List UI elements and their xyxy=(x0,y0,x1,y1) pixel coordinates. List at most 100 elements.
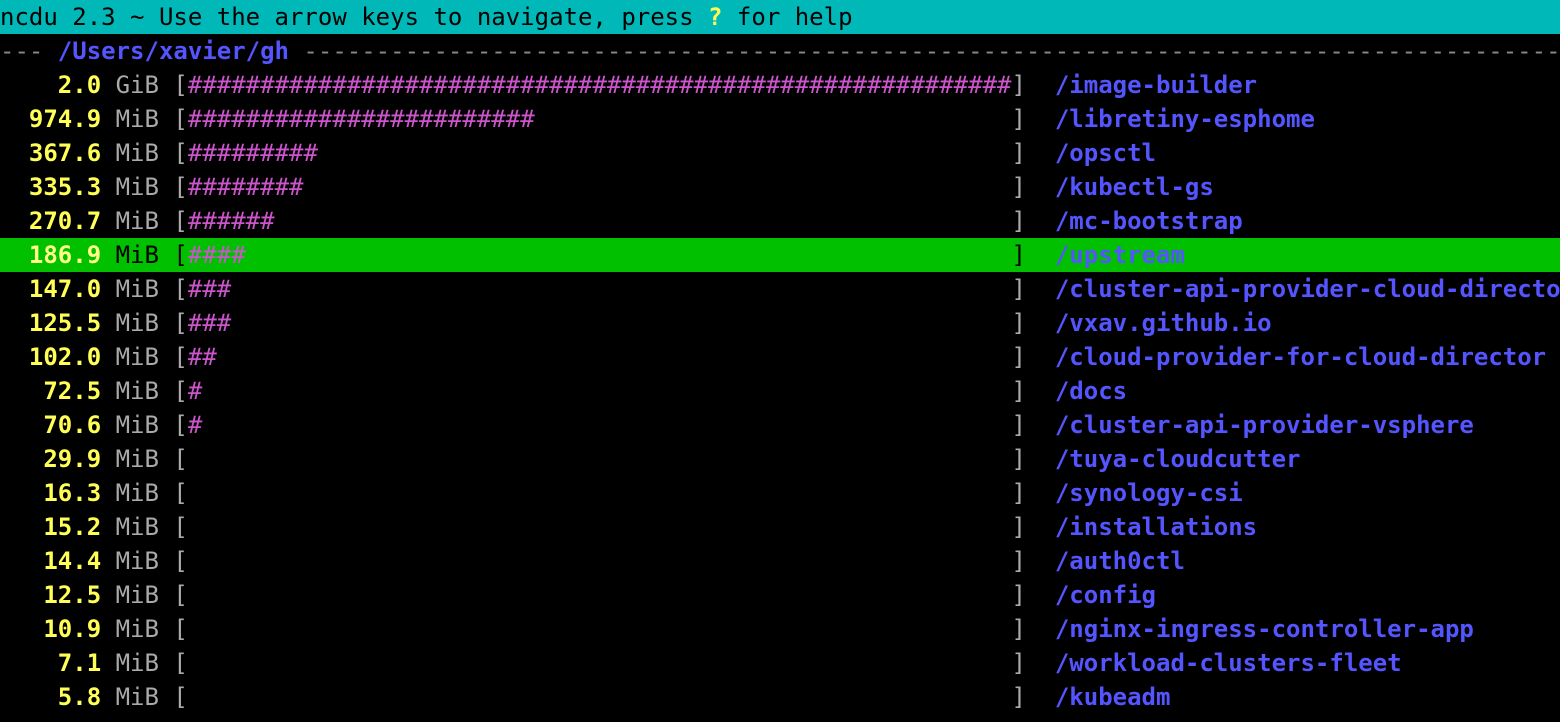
path-row: --- /Users/xavier/gh -------------------… xyxy=(0,34,1560,68)
size-value: 186.9 xyxy=(0,241,101,269)
entry-name: /kubeadm xyxy=(1055,683,1171,711)
usage-bar-pad xyxy=(231,275,1011,303)
list-item[interactable]: 5.8 MiB [ ] /kubeadm xyxy=(0,680,1560,714)
size-value: 29.9 xyxy=(0,445,101,473)
size-value: 15.2 xyxy=(0,513,101,541)
usage-bar: ########################################… xyxy=(188,71,1012,99)
bar-open-bracket: [ xyxy=(173,479,187,507)
list-item[interactable]: 102.0 MiB [## ] /cloud-provider-for-clou… xyxy=(0,340,1560,374)
entry-name: /cloud-provider-for-cloud-director xyxy=(1055,343,1546,371)
usage-bar: ### xyxy=(188,309,231,337)
size-value: 72.5 xyxy=(0,377,101,405)
size-value: 14.4 xyxy=(0,547,101,575)
entry-name: /nginx-ingress-controller-app xyxy=(1055,615,1474,643)
bar-close-bracket: ] xyxy=(1011,683,1025,711)
bar-close-bracket: ] xyxy=(1011,71,1025,99)
usage-bar-pad xyxy=(318,139,1012,167)
list-item[interactable]: 147.0 MiB [### ] /cluster-api-provider-c… xyxy=(0,272,1560,306)
size-unit: MiB xyxy=(116,173,159,201)
bar-close-bracket: ] xyxy=(1011,479,1025,507)
bar-close-bracket: ] xyxy=(1011,581,1025,609)
size-unit: MiB xyxy=(116,105,159,133)
bar-open-bracket: [ xyxy=(173,309,187,337)
bar-close-bracket: ] xyxy=(1012,275,1026,303)
bar-open-bracket: [ xyxy=(173,513,187,541)
list-item[interactable]: 14.4 MiB [ ] /auth0ctl xyxy=(0,544,1560,578)
usage-bar-pad xyxy=(188,581,1012,609)
size-value: 12.5 xyxy=(0,581,101,609)
list-item[interactable]: 367.6 MiB [######### ] /opsctl xyxy=(0,136,1560,170)
bar-close-bracket: ] xyxy=(1011,445,1025,473)
bar-open-bracket: [ xyxy=(173,139,187,167)
size-unit: MiB xyxy=(116,649,159,677)
list-item[interactable]: 15.2 MiB [ ] /installations xyxy=(0,510,1560,544)
bar-close-bracket: ] xyxy=(1012,309,1026,337)
size-value: 5.8 xyxy=(0,683,101,711)
entry-name: /tuya-cloudcutter xyxy=(1055,445,1301,473)
size-unit: MiB xyxy=(116,411,159,439)
entry-name: /installations xyxy=(1055,513,1257,541)
bar-open-bracket: [ xyxy=(173,377,187,405)
size-unit: MiB xyxy=(116,139,159,167)
size-unit: MiB xyxy=(116,275,159,303)
header-bar: ncdu 2.3 ~ Use the arrow keys to navigat… xyxy=(0,0,1560,34)
size-unit: MiB xyxy=(116,581,159,609)
help-key-hint: ? xyxy=(708,3,722,31)
usage-bar-pad xyxy=(188,649,1012,677)
entry-name: /config xyxy=(1055,581,1156,609)
list-item[interactable]: 70.6 MiB [# ] /cluster-api-provider-vsph… xyxy=(0,408,1560,442)
bar-close-bracket: ] xyxy=(1012,343,1026,371)
bar-open-bracket: [ xyxy=(173,71,187,99)
list-item[interactable]: 12.5 MiB [ ] /config xyxy=(0,578,1560,612)
bar-close-bracket: ] xyxy=(1011,173,1025,201)
list-item[interactable]: 974.9 MiB [######################## ] /l… xyxy=(0,102,1560,136)
list-item[interactable]: 270.7 MiB [###### ] /mc-bootstrap xyxy=(0,204,1560,238)
list-item[interactable]: 29.9 MiB [ ] /tuya-cloudcutter xyxy=(0,442,1560,476)
bar-open-bracket: [ xyxy=(173,275,187,303)
list-item[interactable]: 125.5 MiB [### ] /vxav.github.io xyxy=(0,306,1560,340)
usage-bar-pad xyxy=(303,173,1011,201)
size-unit: MiB xyxy=(116,479,159,507)
size-value: 125.5 xyxy=(0,309,101,337)
usage-bar-pad xyxy=(188,479,1012,507)
bar-open-bracket: [ xyxy=(173,649,187,677)
entry-name: /upstream xyxy=(1055,241,1185,269)
size-value: 102.0 xyxy=(0,343,101,371)
size-value: 147.0 xyxy=(0,275,101,303)
size-value: 70.6 xyxy=(0,411,101,439)
size-value: 335.3 xyxy=(0,173,101,201)
usage-bar: ######################## xyxy=(188,105,535,133)
directory-list[interactable]: 2.0 GiB [###############################… xyxy=(0,68,1560,714)
list-item[interactable]: 72.5 MiB [# ] /docs xyxy=(0,374,1560,408)
usage-bar-pad xyxy=(188,445,1012,473)
usage-bar-pad xyxy=(246,241,1012,269)
bar-open-bracket: [ xyxy=(173,105,187,133)
size-unit: MiB xyxy=(116,309,159,337)
size-unit: MiB xyxy=(116,445,159,473)
list-item[interactable]: 186.9 MiB [#### ] /upstream xyxy=(0,238,1560,272)
size-unit: MiB xyxy=(116,377,159,405)
list-item[interactable]: 2.0 GiB [###############################… xyxy=(0,68,1560,102)
bar-open-bracket: [ xyxy=(173,207,187,235)
usage-bar: ### xyxy=(188,275,231,303)
entry-name: /synology-csi xyxy=(1055,479,1243,507)
size-unit: MiB xyxy=(116,343,159,371)
bar-close-bracket: ] xyxy=(1011,241,1025,269)
current-path: /Users/xavier/gh xyxy=(58,37,289,65)
header-text: ncdu 2.3 ~ Use the arrow keys to navigat… xyxy=(0,3,708,31)
usage-bar: # xyxy=(188,377,202,405)
bar-close-bracket: ] xyxy=(1011,411,1025,439)
size-unit: MiB xyxy=(116,547,159,575)
usage-bar-pad xyxy=(275,207,1012,235)
usage-bar-pad xyxy=(231,309,1011,337)
path-trail-dashes: ----------------------------------------… xyxy=(289,37,1560,65)
entry-name: /image-builder xyxy=(1055,71,1257,99)
bar-close-bracket: ] xyxy=(1011,139,1025,167)
list-item[interactable]: 335.3 MiB [######## ] /kubectl-gs xyxy=(0,170,1560,204)
path-lead-dashes: --- xyxy=(0,37,58,65)
bar-open-bracket: [ xyxy=(173,581,187,609)
list-item[interactable]: 7.1 MiB [ ] /workload-clusters-fleet xyxy=(0,646,1560,680)
list-item[interactable]: 16.3 MiB [ ] /synology-csi xyxy=(0,476,1560,510)
list-item[interactable]: 10.9 MiB [ ] /nginx-ingress-controller-a… xyxy=(0,612,1560,646)
entry-name: /auth0ctl xyxy=(1055,547,1185,575)
